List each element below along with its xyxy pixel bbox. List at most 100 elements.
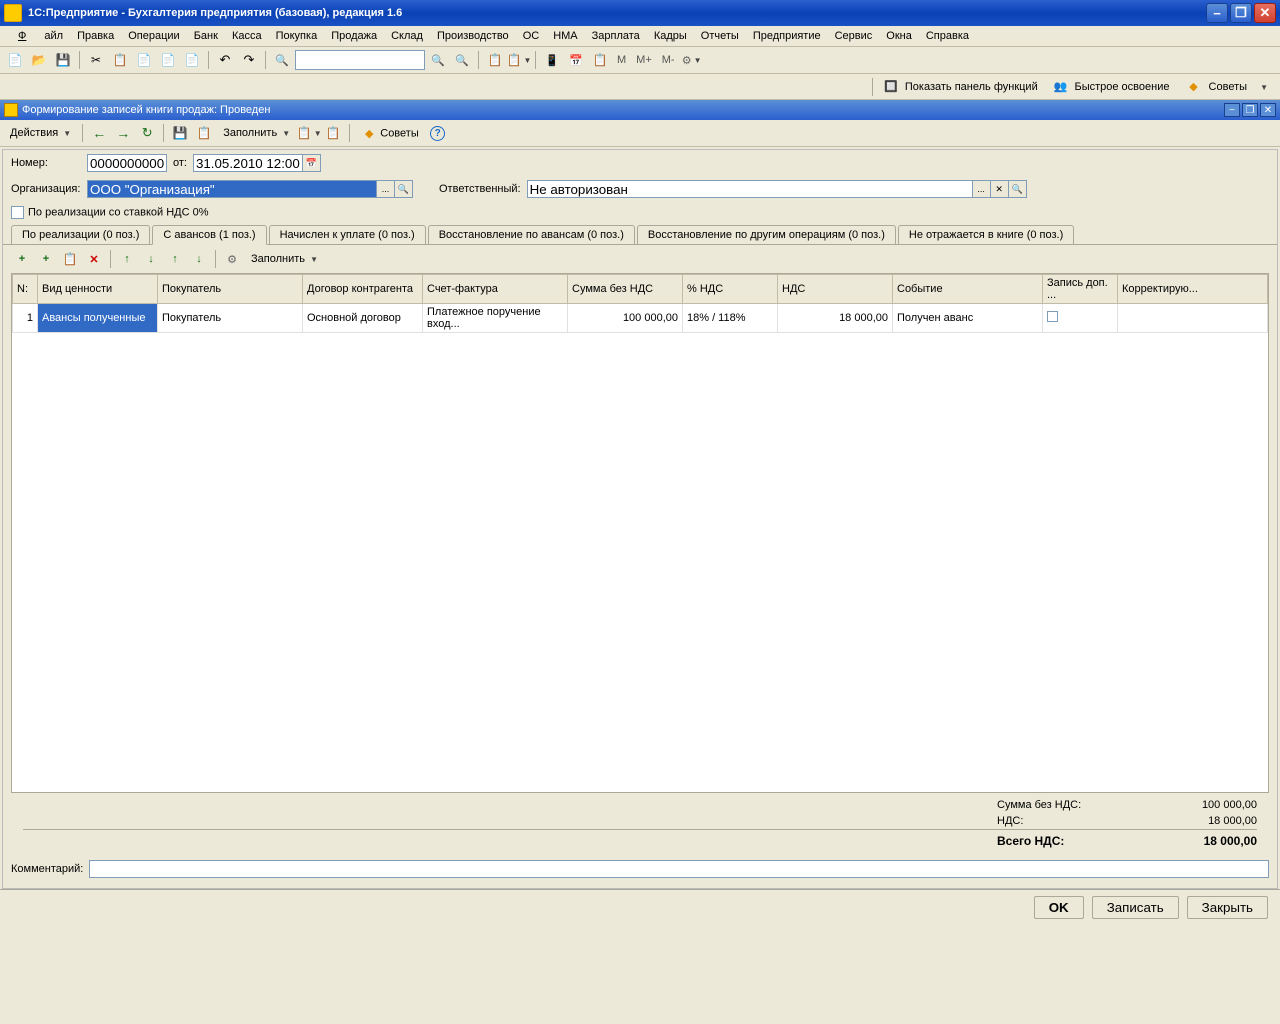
grid-fill-dropdown[interactable]: Заполнить ▼ [245,251,324,267]
cell-contract[interactable]: Основной договор [303,304,423,333]
comment-input[interactable] [89,860,1269,878]
quick-learning[interactable]: 👥 Быстрое освоение [1050,78,1178,95]
nav-refresh-button[interactable] [136,122,158,144]
data-grid[interactable]: N: Вид ценности Покупатель Договор контр… [11,273,1269,793]
nav-back-button[interactable] [88,122,110,144]
doc-tips-button[interactable]: Советы [355,123,425,143]
find-next-button[interactable] [451,49,473,71]
cell-type[interactable]: Авансы полученные [38,304,158,333]
resp-select-button[interactable]: ... [973,180,991,198]
nav-forward-button[interactable] [112,122,134,144]
date-picker-button[interactable]: 📅 [303,154,321,172]
grid-edit-button[interactable] [59,248,81,270]
menu-service[interactable]: Сервис [829,28,879,44]
tab-advances[interactable]: С авансов (1 поз.) [152,225,266,245]
vat0-checkbox-label[interactable]: По реализации со ставкой НДС 0% [11,206,209,219]
cell-buyer[interactable]: Покупатель [158,304,303,333]
col-vat[interactable]: НДС [778,275,893,304]
grid-up-button[interactable] [116,248,138,270]
cell-rate[interactable]: 18% / 118% [683,304,778,333]
find-input[interactable] [295,50,425,70]
menu-sale[interactable]: Продажа [325,28,383,44]
menu-nma[interactable]: НМА [547,28,583,44]
attach-button[interactable]: ▼ [508,49,530,71]
menu-warehouse[interactable]: Склад [385,28,429,44]
col-type[interactable]: Вид ценности [38,275,158,304]
help-button[interactable] [427,122,449,144]
col-invoice[interactable]: Счет-фактура [423,275,568,304]
report-button[interactable] [322,122,344,144]
cell-vat[interactable]: 18 000,00 [778,304,893,333]
calendar-button[interactable] [565,49,587,71]
cell-corr[interactable] [1118,304,1268,333]
menu-enterprise[interactable]: Предприятие [747,28,827,44]
movements-button[interactable]: ▼ [298,122,320,144]
cell-sum[interactable]: 100 000,00 [568,304,683,333]
vat0-checkbox[interactable] [11,206,24,219]
col-event[interactable]: Событие [893,275,1043,304]
menu-personnel[interactable]: Кадры [648,28,693,44]
calc-button[interactable] [541,49,563,71]
table-row[interactable]: 1 Авансы полученные Покупатель Основной … [13,304,1268,333]
copy-button[interactable] [109,49,131,71]
redo-button[interactable] [238,49,260,71]
menu-production[interactable]: Производство [431,28,515,44]
actions-dropdown[interactable]: Действия ▼ [4,125,77,141]
col-contract[interactable]: Договор контрагента [303,275,423,304]
date-input[interactable] [193,154,303,172]
org-select-button[interactable]: ... [377,180,395,198]
cut-button[interactable] [85,49,107,71]
doc-minimize-button[interactable]: − [1224,103,1240,117]
settings-button[interactable]: ▼ [681,49,703,71]
post-button[interactable] [169,122,191,144]
menu-os[interactable]: ОС [517,28,546,44]
tab-restore-other[interactable]: Восстановление по другим операциям (0 по… [637,225,896,244]
resp-clear-button[interactable]: ✕ [991,180,1009,198]
links-button[interactable] [181,49,203,71]
resp-input[interactable] [527,180,973,198]
minimize-button[interactable]: − [1206,3,1228,23]
col-corr[interactable]: Корректирую... [1118,275,1268,304]
col-addl[interactable]: Запись доп. ... [1043,275,1118,304]
cell-addl[interactable] [1043,304,1118,333]
grid-add-button[interactable] [11,248,33,270]
tips-button[interactable]: Советы ▼ [1181,77,1276,97]
grid-settings-button[interactable] [221,248,243,270]
memory-mminus[interactable]: M- [658,54,679,66]
menu-file[interactable]: Файл [6,28,69,44]
open-button[interactable] [28,49,50,71]
grid-delete-button[interactable] [83,248,105,270]
clipboard-button[interactable] [484,49,506,71]
structure-button[interactable] [193,122,215,144]
find-prev-button[interactable] [427,49,449,71]
tab-realization[interactable]: По реализации (0 поз.) [11,225,150,244]
fill-dropdown[interactable]: Заполнить ▼ [217,125,296,141]
menu-reports[interactable]: Отчеты [695,28,745,44]
show-functions-panel[interactable]: 🔲 Показать панель функций [880,78,1046,95]
menu-purchase[interactable]: Покупка [270,28,324,44]
memory-m[interactable]: M [613,54,630,66]
close-button[interactable]: ✕ [1254,3,1276,23]
tab-restore-advances[interactable]: Восстановление по авансам (0 поз.) [428,225,635,244]
menu-help[interactable]: Справка [920,28,975,44]
tab-not-in-book[interactable]: Не отражается в книге (0 поз.) [898,225,1074,244]
save-button[interactable]: Записать [1092,896,1179,919]
grid-down-button[interactable] [140,248,162,270]
menu-salary[interactable]: Зарплата [586,28,646,44]
contact-button[interactable] [589,49,611,71]
close-button[interactable]: Закрыть [1187,896,1268,919]
new-button[interactable] [4,49,26,71]
col-n[interactable]: N: [13,275,38,304]
resp-search-button[interactable]: 🔍 [1009,180,1027,198]
maximize-button[interactable]: ❐ [1230,3,1252,23]
col-rate[interactable]: % НДС [683,275,778,304]
paste-special-button[interactable] [157,49,179,71]
tab-accrued[interactable]: Начислен к уплате (0 поз.) [269,225,426,244]
menu-bank[interactable]: Банк [188,28,224,44]
menu-cash[interactable]: Касса [226,28,268,44]
cell-invoice[interactable]: Платежное поручение вход... [423,304,568,333]
menu-operations[interactable]: Операции [122,28,185,44]
menu-windows[interactable]: Окна [880,28,918,44]
number-input[interactable] [87,154,167,172]
doc-restore-button[interactable]: ❐ [1242,103,1258,117]
